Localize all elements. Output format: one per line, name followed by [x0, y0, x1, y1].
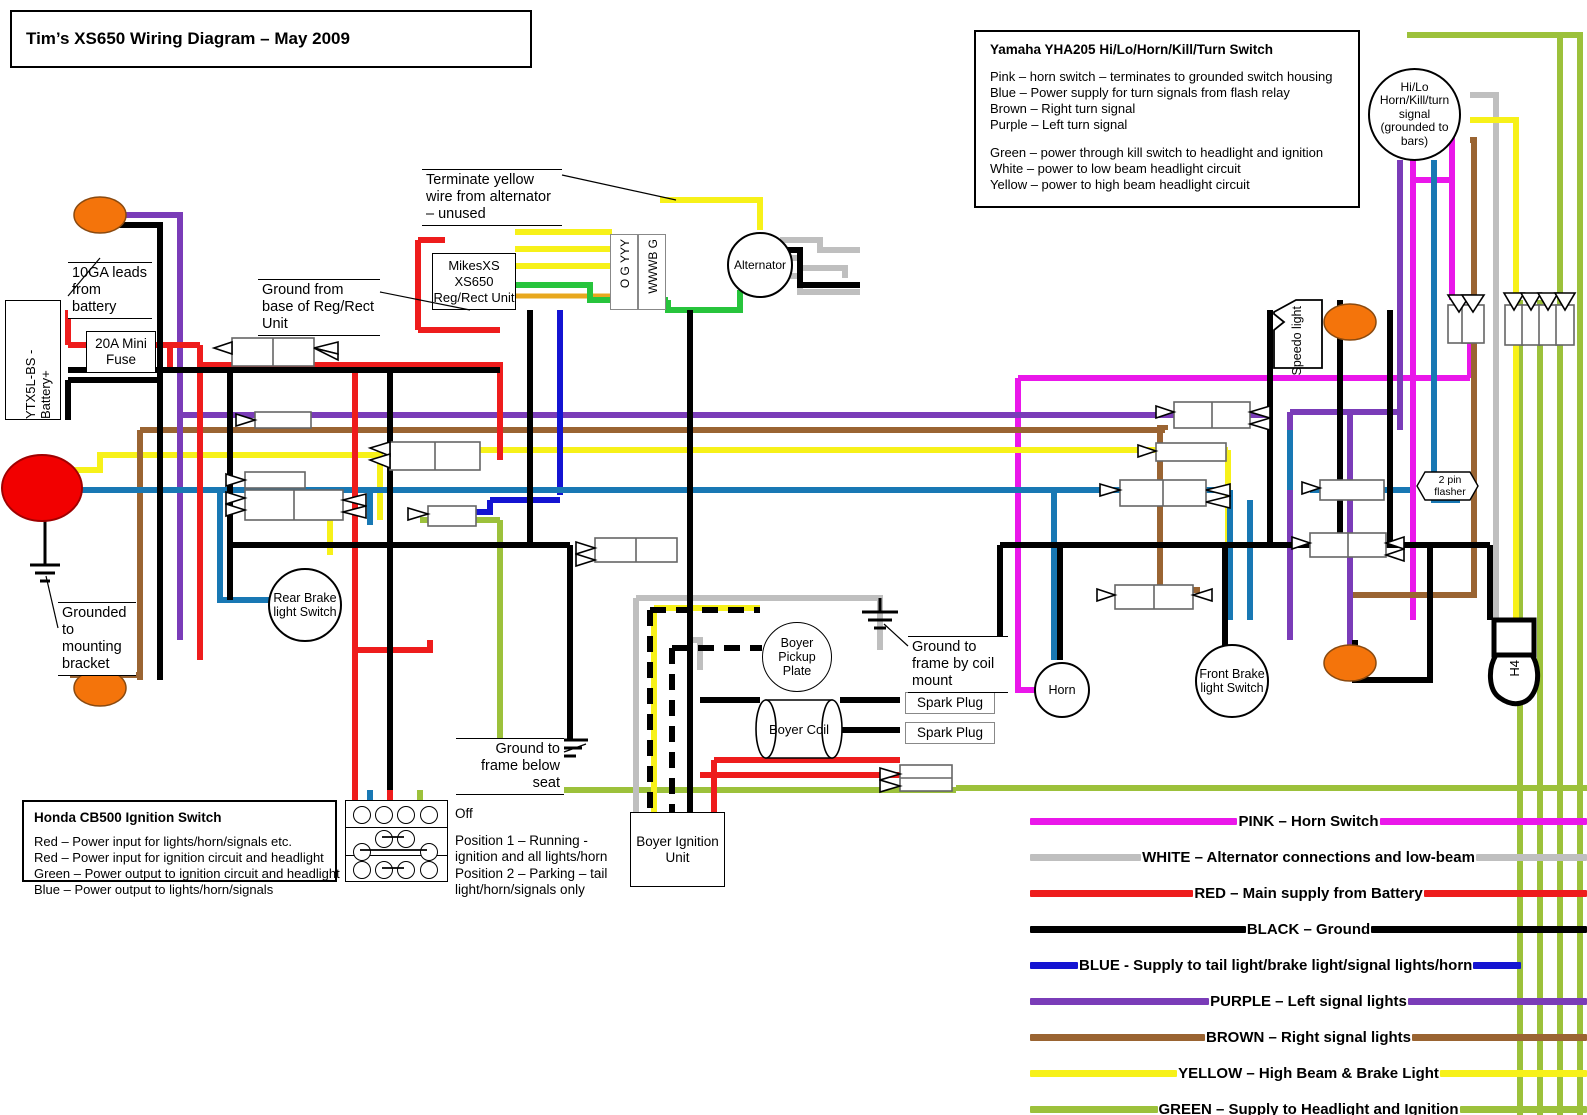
legend-swatch-right: [1379, 817, 1587, 825]
legend-swatch-right: [1439, 1069, 1587, 1077]
legend-label: BLACK – Ground: [1246, 920, 1371, 938]
legend-row-green: GREEN – Supply to Headlight and Ignition: [1030, 1096, 1587, 1115]
legend-label: RED – Main supply from Battery: [1194, 884, 1423, 902]
legend-swatch-left: [1030, 853, 1142, 861]
legend-swatch-right: [1473, 961, 1522, 969]
legend-label: GREEN – Supply to Headlight and Ignition: [1158, 1100, 1459, 1115]
legend-row-pink: PINK – Horn Switch: [1030, 808, 1587, 834]
legend-row-yellow: YELLOW – High Beam & Brake Light: [1030, 1060, 1587, 1086]
legend-swatch-right: [1371, 925, 1587, 933]
legend-swatch-left: [1030, 997, 1210, 1005]
legend-swatch-right: [1475, 853, 1587, 861]
legend-row-red: RED – Main supply from Battery: [1030, 880, 1587, 906]
legend-swatch-left: [1030, 925, 1246, 933]
legend-row-brown: BROWN – Right signal lights: [1030, 1024, 1587, 1050]
wire-color-legend: PINK – Horn Switch WHITE – Alternator co…: [1030, 800, 1587, 1115]
legend-swatch-left: [1030, 817, 1238, 825]
legend-swatch-left: [1030, 1033, 1205, 1041]
legend-swatch-right: [1459, 1105, 1587, 1113]
legend-swatch-left: [1030, 1105, 1158, 1113]
legend-row-white: WHITE – Alternator connections and low-b…: [1030, 844, 1587, 870]
legend-swatch-right: [1423, 889, 1587, 897]
legend-row-purple: PURPLE – Left signal lights: [1030, 988, 1587, 1014]
legend-row-black: BLACK – Ground: [1030, 916, 1587, 942]
legend-swatch-left: [1030, 889, 1194, 897]
legend-label: PURPLE – Left signal lights: [1210, 992, 1407, 1010]
legend-label: YELLOW – High Beam & Brake Light: [1178, 1064, 1439, 1082]
legend-label: BROWN – Right signal lights: [1206, 1028, 1411, 1046]
wiring-diagram-canvas: Tim’s XS650 Wiring Diagram – May 2009 Ya…: [0, 0, 1587, 1115]
legend-swatch-right: [1407, 997, 1587, 1005]
legend-row-blue: BLUE - Supply to tail light/brake light/…: [1030, 952, 1587, 978]
legend-label: WHITE – Alternator connections and low-b…: [1142, 848, 1475, 866]
legend-swatch-right: [1412, 1033, 1587, 1041]
legend-swatch-left: [1030, 961, 1078, 969]
legend-label: BLUE - Supply to tail light/brake light/…: [1079, 956, 1473, 974]
legend-swatch-left: [1030, 1069, 1178, 1077]
legend-label: PINK – Horn Switch: [1238, 812, 1379, 830]
